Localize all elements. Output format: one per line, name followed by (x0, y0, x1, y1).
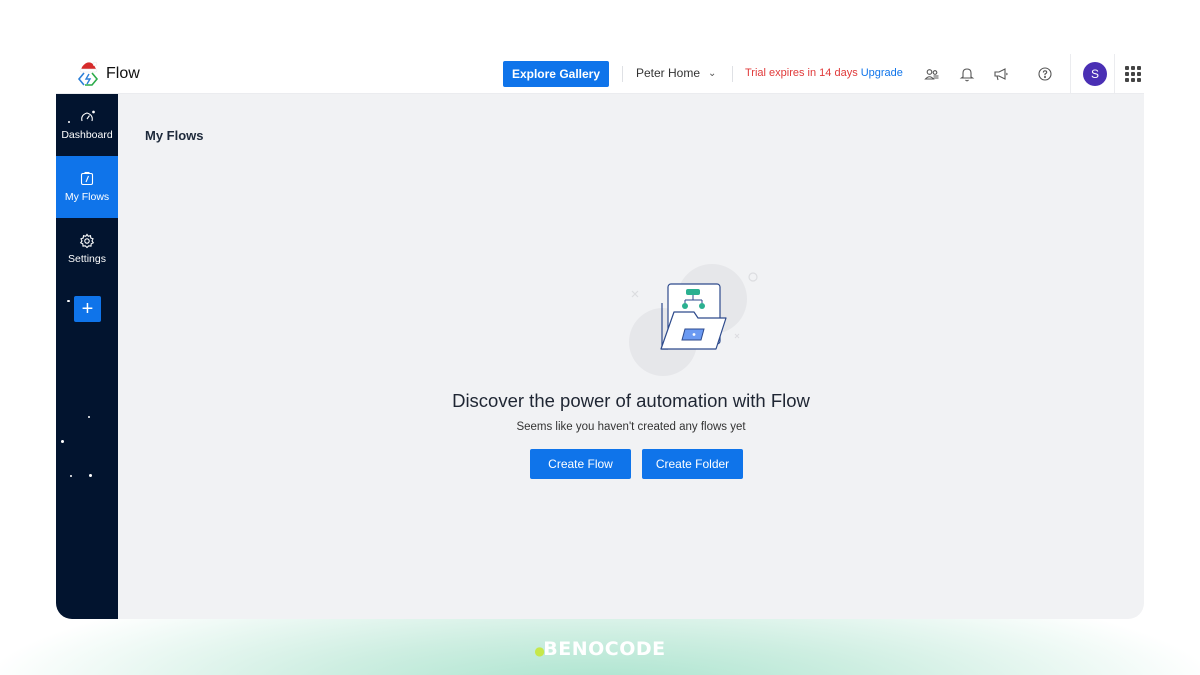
divider (622, 66, 623, 82)
top-bar: Flow Explore Gallery Peter Home ⌄ Trial … (56, 54, 1144, 94)
star-decoration (68, 121, 70, 123)
workspace-name: Peter Home (636, 66, 701, 80)
star-decoration (67, 300, 70, 302)
divider (1114, 54, 1115, 94)
chevron-down-icon: ⌄ (708, 67, 717, 79)
sidebar-item-dashboard[interactable]: Dashboard (56, 94, 118, 156)
empty-state-heading: Discover the power of automation with Fl… (452, 390, 810, 411)
watermark: ●BENOCODE (0, 638, 1200, 660)
gear-icon (79, 233, 95, 249)
star-decoration (61, 440, 64, 443)
app-window: Flow Explore Gallery Peter Home ⌄ Trial … (56, 54, 1144, 619)
divider (732, 66, 733, 82)
trial-text: Trial expires in 14 days (745, 67, 858, 79)
plus-icon: + (81, 297, 94, 320)
sidebar-item-label: Settings (68, 253, 106, 265)
trial-notice: Trial expires in 14 days Upgrade (745, 67, 903, 79)
page: ●BENOCODE Flow Explore Gallery Peter Hom… (0, 0, 1200, 675)
user-avatar[interactable]: S (1083, 62, 1107, 86)
sidebar-item-label: Dashboard (61, 129, 113, 141)
explore-gallery-button[interactable]: Explore Gallery (503, 61, 609, 87)
star-decoration (70, 475, 72, 477)
megaphone-icon[interactable] (991, 64, 1011, 84)
flow-icon (80, 171, 94, 186)
flow-logo-icon (77, 61, 99, 86)
upgrade-link[interactable]: Upgrade (861, 67, 903, 79)
create-flow-button[interactable]: Create Flow (530, 449, 631, 479)
empty-state-subtext: Seems like you haven't created any flows… (516, 421, 746, 433)
apps-grid-icon[interactable] (1125, 66, 1141, 82)
sidebar: Dashboard My Flows Settings + (56, 94, 118, 619)
folder-flowchart-illustration (629, 264, 758, 376)
sidebar-item-label: My Flows (64, 191, 110, 203)
create-folder-button[interactable]: Create Folder (642, 449, 743, 479)
divider (1070, 54, 1071, 94)
app-name: Flow (106, 65, 140, 82)
workspace-selector[interactable]: Peter Home ⌄ (636, 66, 716, 80)
sidebar-item-settings[interactable]: Settings (56, 218, 118, 280)
sidebar-item-my-flows[interactable]: My Flows (56, 156, 118, 218)
watermark-text: BENOCODE (543, 638, 666, 660)
contacts-icon[interactable] (922, 64, 942, 84)
bell-icon[interactable] (957, 64, 977, 84)
app-logo[interactable]: Flow (74, 60, 140, 88)
add-button[interactable]: + (74, 296, 101, 322)
speedometer-icon (81, 110, 95, 122)
star-decoration (88, 416, 90, 418)
help-icon[interactable] (1035, 64, 1055, 84)
star-decoration (89, 474, 92, 477)
page-title: My Flows (145, 128, 204, 143)
